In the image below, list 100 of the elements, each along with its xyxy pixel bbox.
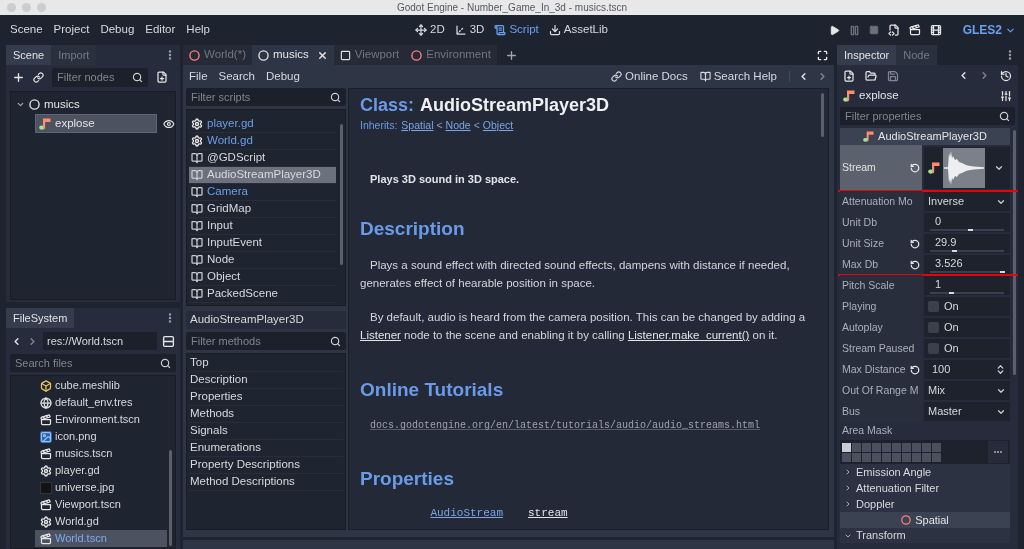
scrollbar-thumb[interactable] <box>340 124 343 265</box>
workspace-tab[interactable]: 2D <box>415 21 445 39</box>
layer-toggle[interactable] <box>912 442 921 452</box>
script-item[interactable]: GridMap <box>189 201 336 218</box>
layers-menu-button[interactable] <box>988 441 1008 463</box>
spin-slider[interactable]: 3.526 <box>924 255 1010 274</box>
revert-icon[interactable] <box>910 238 920 249</box>
layer-toggle[interactable] <box>862 452 871 462</box>
workspace-tab[interactable]: 3D <box>454 21 485 39</box>
text-link[interactable]: Listener.make_current() <box>627 329 750 342</box>
checkbox[interactable]: On <box>924 297 1010 316</box>
layer-toggle[interactable] <box>862 442 871 452</box>
checkbox[interactable]: On <box>924 339 1010 358</box>
dock-tab[interactable]: FileSystem <box>6 308 75 328</box>
layer-toggle[interactable] <box>842 442 851 452</box>
spin-slider[interactable]: 29.9 <box>924 234 1010 253</box>
class-link[interactable]: Object <box>482 118 514 134</box>
search-field[interactable]: Search files <box>10 354 176 372</box>
revert-icon[interactable] <box>910 364 920 375</box>
layer-toggle[interactable] <box>892 452 901 462</box>
spin-slider[interactable]: 0 <box>924 213 1010 232</box>
layer-toggle[interactable] <box>882 452 891 462</box>
spin-slider[interactable]: 1 <box>924 276 1010 295</box>
script-item[interactable]: World.gd <box>189 133 336 150</box>
eye-icon[interactable] <box>163 117 175 130</box>
script-item[interactable]: Input <box>189 218 336 235</box>
section-item[interactable]: Methods <box>189 406 343 423</box>
layer-toggle[interactable] <box>932 452 941 462</box>
slider-grabber[interactable] <box>952 249 958 252</box>
code-file-icon[interactable] <box>887 24 900 36</box>
layer-toggle[interactable] <box>872 442 881 452</box>
layer-toggle[interactable] <box>912 452 921 462</box>
tutorial-link[interactable]: docs.godotengine.org/en/latest/tutorials/audio/audio_streams.html <box>370 420 761 432</box>
workspace-tab[interactable]: Script <box>494 21 539 39</box>
tree-item[interactable]: explose <box>35 114 158 133</box>
menu-item[interactable]: Search <box>218 67 255 86</box>
class-link[interactable]: Spatial <box>401 118 434 134</box>
pause-icon[interactable] <box>848 24 860 36</box>
section-item[interactable]: Top <box>189 355 343 372</box>
dock-tab[interactable]: Scene <box>6 45 52 65</box>
script-item[interactable]: AudioStreamPlayer3D <box>189 167 336 184</box>
editor-tab[interactable]: musics <box>251 45 334 65</box>
class-link[interactable]: Node <box>445 118 471 134</box>
layer-toggle[interactable] <box>892 442 901 452</box>
add-tab-icon[interactable] <box>504 48 518 62</box>
slider-grabber[interactable] <box>967 228 973 231</box>
section-item[interactable]: Description <box>189 372 343 389</box>
play-icon[interactable] <box>828 24 840 36</box>
layer-toggle[interactable] <box>842 452 851 462</box>
asset-row[interactable]: default_env.tres <box>35 394 167 411</box>
path-field[interactable]: res://World.tscn <box>43 332 157 350</box>
layer-toggle[interactable] <box>872 452 881 462</box>
add-icon[interactable] <box>12 70 25 84</box>
search-field[interactable]: Filter properties <box>840 107 1015 125</box>
revert-icon[interactable] <box>910 163 920 173</box>
menu-item[interactable]: Editor <box>145 21 176 39</box>
section-item[interactable]: Properties <box>189 389 343 406</box>
layer-toggle[interactable] <box>922 452 931 462</box>
search-field[interactable]: Filter scripts <box>186 88 346 106</box>
asset-row[interactable]: universe.jpg <box>35 479 167 496</box>
forward-icon[interactable] <box>27 335 38 347</box>
layer-toggle[interactable] <box>902 442 911 452</box>
scrollbar-thumb[interactable] <box>169 450 172 546</box>
dropdown[interactable]: Mix <box>924 381 1010 400</box>
property-group[interactable]: Doppler <box>840 496 1010 512</box>
scrollbar-thumb[interactable] <box>821 93 824 137</box>
section-item[interactable]: Enumerations <box>189 440 343 457</box>
workspace-tab[interactable]: AssetLib <box>548 21 608 39</box>
asset-row[interactable]: player.gd <box>35 462 167 479</box>
chevron-down-icon[interactable] <box>16 100 25 109</box>
script-item[interactable]: player.gd <box>189 116 336 133</box>
text-link[interactable]: Listener <box>360 329 401 342</box>
script-item[interactable]: Node <box>189 252 336 269</box>
script-item[interactable]: Object <box>189 269 336 286</box>
split-view-icon[interactable] <box>162 334 175 348</box>
section-item[interactable]: Property Descriptions <box>189 457 343 474</box>
search-field[interactable]: Filter methods <box>186 332 346 350</box>
asset-row[interactable]: icon.png <box>35 428 167 445</box>
forward-icon[interactable] <box>817 71 828 82</box>
script-item[interactable]: Camera <box>189 184 336 201</box>
asset-row[interactable]: Viewport.tscn <box>35 496 167 513</box>
resource-picker[interactable] <box>924 147 1010 189</box>
dropdown[interactable]: Master <box>924 402 1010 421</box>
document-plus-icon[interactable] <box>156 71 168 83</box>
spin-box[interactable]: 100 <box>924 360 1010 379</box>
dock-tab[interactable]: Inspector <box>837 45 897 65</box>
history-icon[interactable] <box>1000 69 1012 82</box>
section-item[interactable]: Signals <box>189 423 343 440</box>
menu-item[interactable]: File <box>189 67 208 86</box>
menu-item[interactable]: Scene <box>10 21 43 39</box>
slider-grabber[interactable] <box>949 291 955 294</box>
property-group[interactable]: Transform <box>840 528 1010 543</box>
tree-item[interactable]: musics <box>26 95 83 114</box>
checkbox[interactable]: On <box>924 318 1010 337</box>
layer-toggle[interactable] <box>922 442 931 452</box>
type-link[interactable]: AudioStream <box>430 505 503 522</box>
property-group[interactable]: Emission Angle <box>840 464 1010 480</box>
script-item[interactable]: PackedScene <box>189 286 336 303</box>
revert-icon[interactable] <box>910 259 920 270</box>
folder-icon[interactable] <box>865 69 877 82</box>
